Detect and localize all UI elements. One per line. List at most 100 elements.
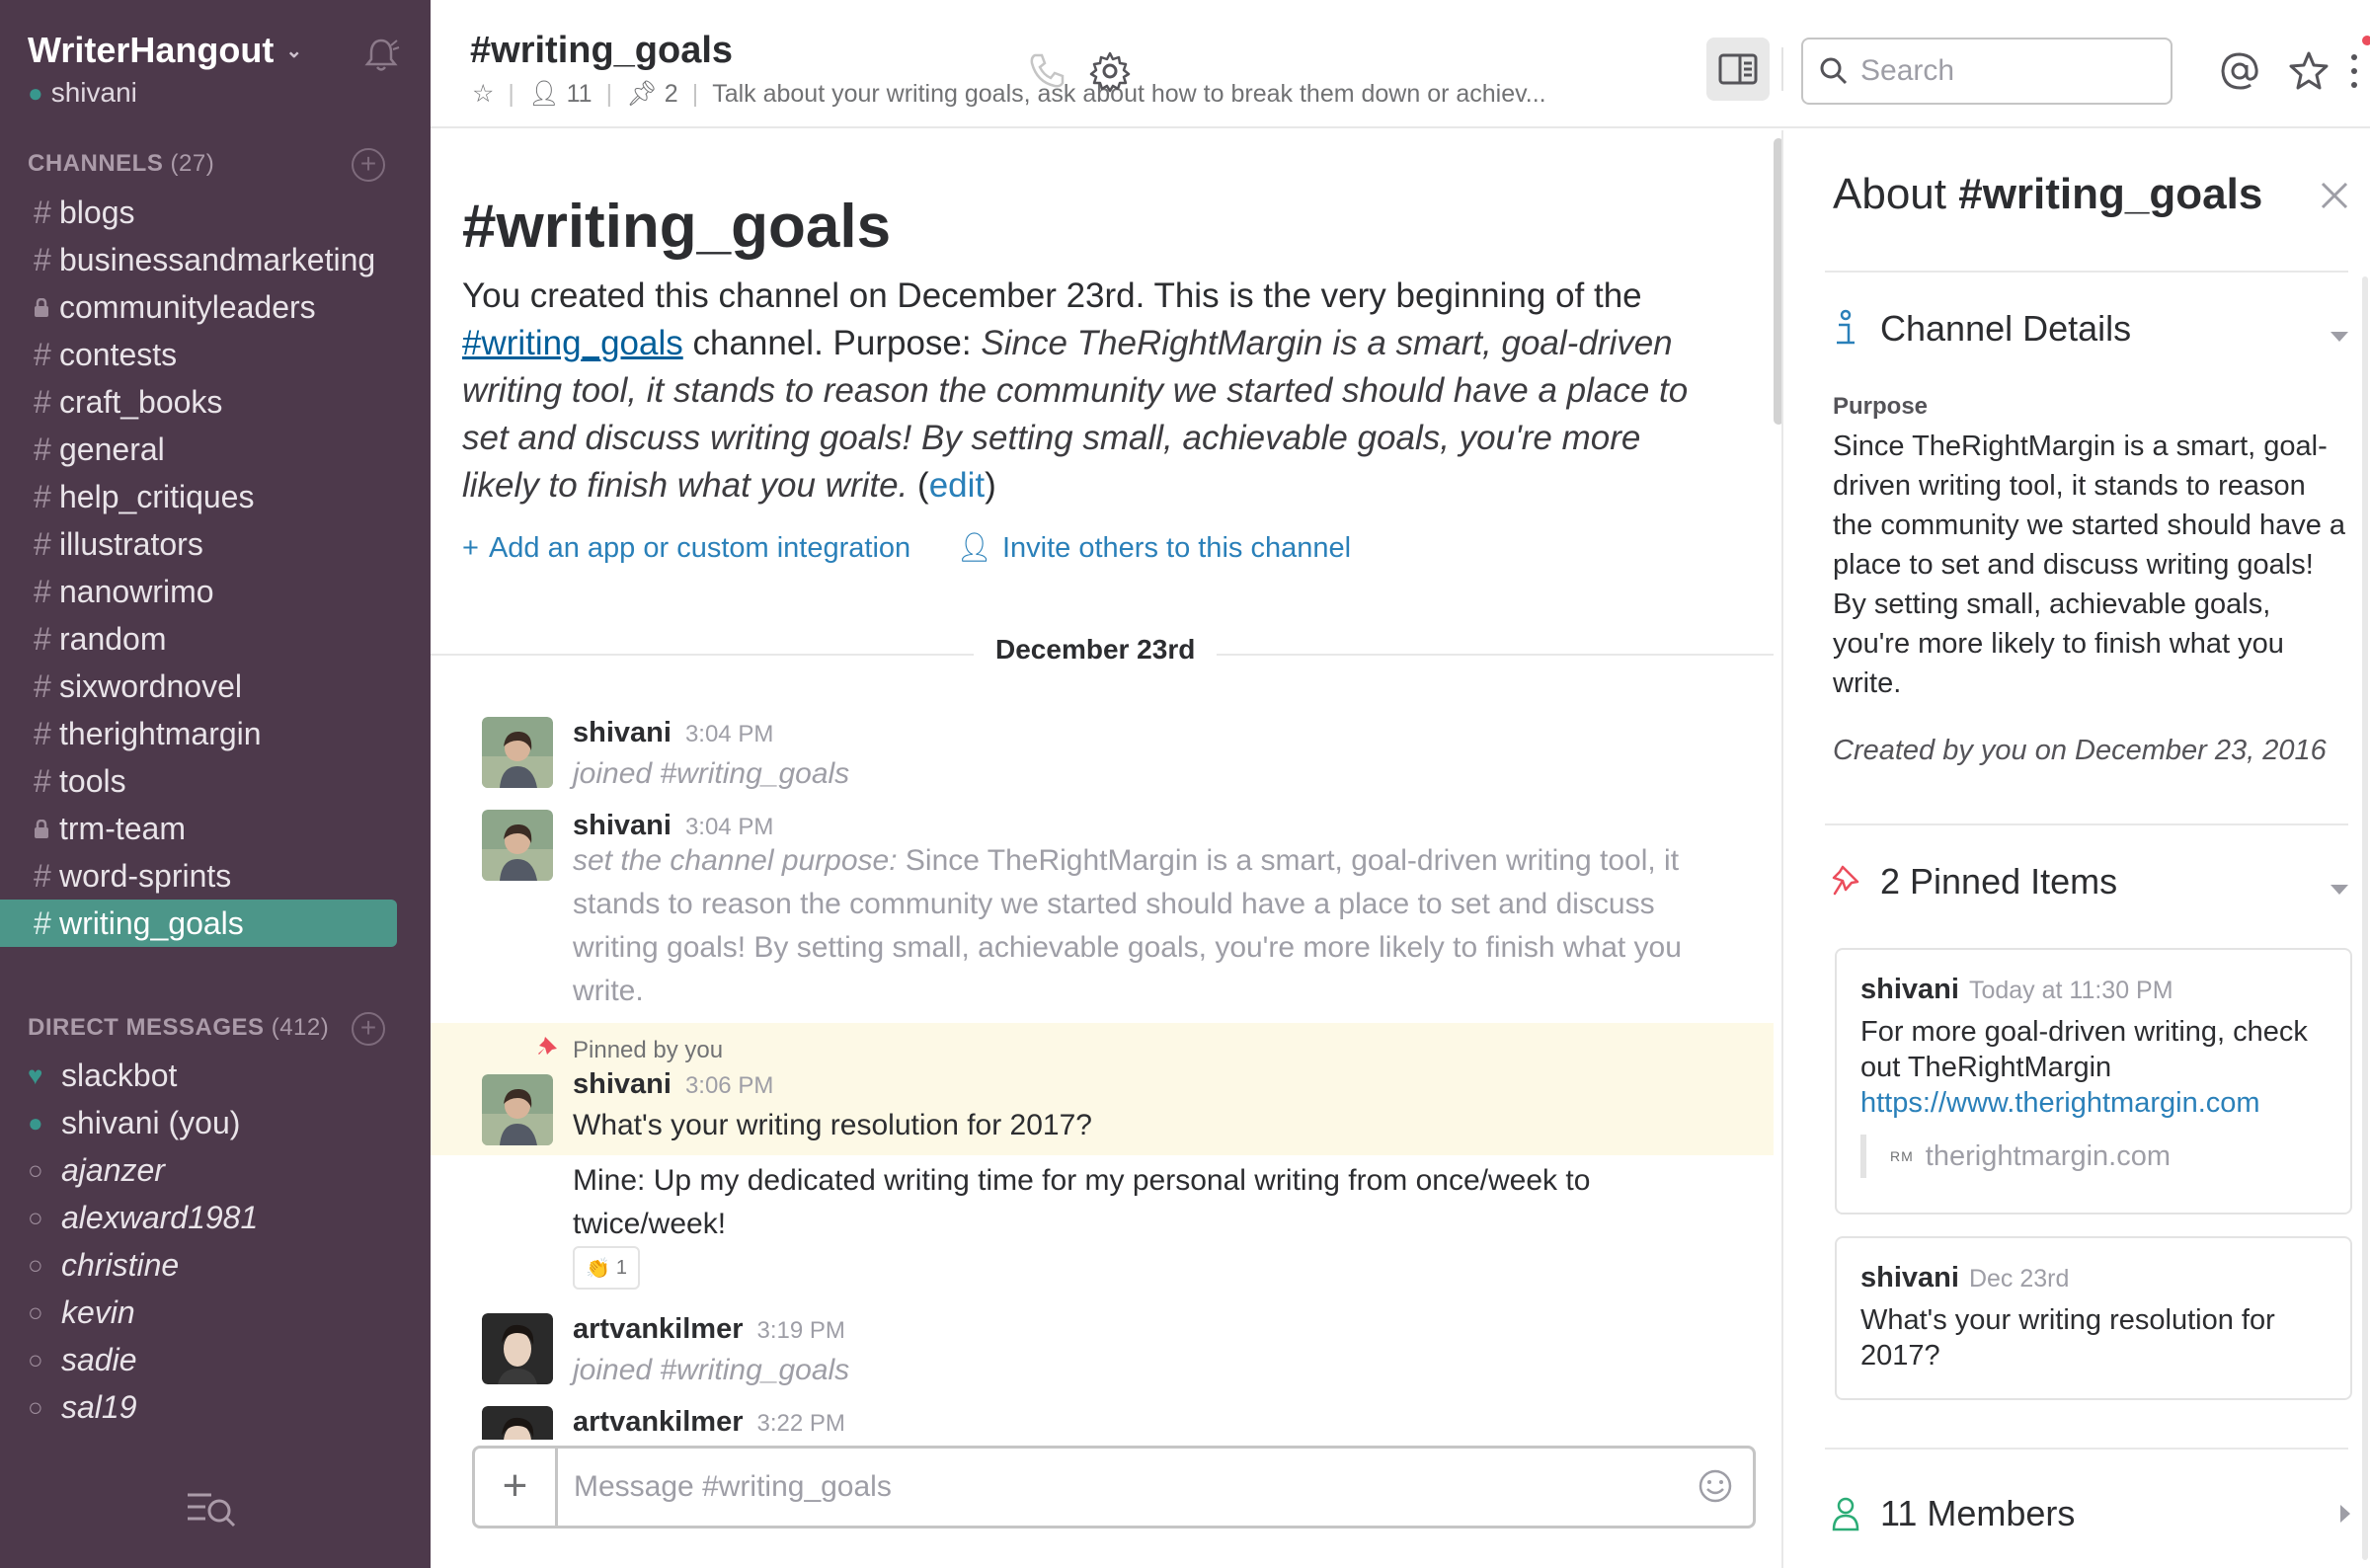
phone-icon[interactable] — [1025, 49, 1068, 93]
intro-channel-link[interactable]: #writing_goals — [462, 324, 683, 362]
sidebar-channel-contests[interactable]: # contests — [0, 331, 397, 378]
sidebar-channel-trm-team[interactable]: trm-team — [0, 805, 397, 852]
search-input[interactable]: Search — [1801, 38, 2172, 105]
sidebar-channel-craft-books[interactable]: # craft_books — [0, 378, 397, 426]
pinned-item-card[interactable]: shivani Dec 23rd What's your writing reso… — [1835, 1236, 2352, 1400]
message-composer[interactable]: + Message #writing_goals — [472, 1446, 1756, 1529]
avatar[interactable] — [482, 1074, 553, 1145]
gear-icon[interactable] — [1088, 49, 1132, 93]
details-panel-toggle-icon[interactable] — [1706, 38, 1770, 101]
sidebar-dm-shivani-you[interactable]: ● shivani (you) — [0, 1099, 431, 1146]
starred-items-icon[interactable] — [2287, 49, 2330, 93]
person-icon: 👤︎ — [956, 532, 992, 564]
sidebar-channel-label: help_critiques — [59, 478, 255, 514]
message-author[interactable]: shivani 3:06 PM — [573, 1068, 773, 1101]
close-icon[interactable] — [2317, 178, 2352, 213]
message-author[interactable]: artvankilmer 3:22 PM — [573, 1406, 845, 1439]
sidebar-channel-label: sixwordnovel — [59, 667, 242, 704]
intro-actions: + Add an app or custom integration 👤︎ Invi… — [462, 531, 1351, 565]
chevron-right-icon[interactable] — [2338, 1503, 2352, 1525]
message-text: joined #writing_goals — [573, 757, 850, 790]
avatar[interactable] — [482, 810, 553, 881]
pin-count[interactable]: 📌︎ 2 — [626, 80, 678, 109]
pinned-item-time[interactable]: Dec 23rd — [1969, 1265, 2069, 1293]
notification-bell-icon[interactable] — [361, 36, 401, 75]
pinned-item-author[interactable]: shivani — [1860, 974, 1959, 1005]
message-scrollbar[interactable] — [1774, 138, 1781, 425]
channels-header[interactable]: CHANNELS (27) — [28, 150, 214, 178]
member-icon — [1832, 1497, 1859, 1531]
sidebar-channel-nanowrimo[interactable]: # nanowrimo — [0, 568, 397, 615]
sidebar-channel-label: random — [59, 620, 167, 657]
message-input[interactable]: Message #writing_goals — [574, 1470, 892, 1504]
add-app-button[interactable]: + Add an app or custom integration — [462, 531, 910, 565]
add-direct-message-icon[interactable]: + — [352, 1012, 385, 1046]
avatar[interactable] — [482, 717, 553, 788]
reaction-button[interactable]: 👏 1 — [573, 1246, 640, 1290]
panel-title-channel: #writing_goals — [1958, 170, 2263, 218]
link-unfurl[interactable]: RM therightmargin.com — [1860, 1135, 2327, 1178]
purpose-prefix: set the channel purpose: — [573, 844, 898, 877]
sidebar-channel-word-sprints[interactable]: # word-sprints — [0, 852, 397, 900]
sidebar-channel-label: businessandmarketing — [59, 241, 376, 277]
chevron-down-icon[interactable] — [2329, 883, 2350, 897]
pinned-items-section[interactable]: 2 Pinned Items — [1831, 861, 2117, 902]
message-timestamp[interactable]: 3:22 PM — [757, 1410, 845, 1437]
edit-purpose-link[interactable]: edit — [929, 466, 985, 505]
message-timestamp[interactable]: 3:04 PM — [685, 721, 773, 747]
sidebar-dm-ajanzer[interactable]: ○ ajanzer — [0, 1146, 431, 1194]
sidebar-channel-blogs[interactable]: # blogs — [0, 189, 397, 236]
star-icon[interactable]: ☆ — [472, 79, 494, 109]
pinned-item-time[interactable]: Today at 11:30 PM — [1969, 977, 2173, 1004]
add-channel-icon[interactable]: + — [352, 148, 385, 182]
sidebar-channel-illustrators[interactable]: # illustrators — [0, 520, 397, 568]
message-author[interactable]: artvankilmer 3:19 PM — [573, 1313, 845, 1346]
members-section[interactable]: 11 Members — [1831, 1493, 2075, 1534]
sidebar-channel-help-critiques[interactable]: # help_critiques — [0, 473, 397, 520]
sidebar-channel-tools[interactable]: # tools — [0, 757, 397, 805]
current-user[interactable]: ● shivani — [28, 77, 137, 109]
quick-switcher-icon[interactable] — [186, 1489, 237, 1529]
message-timestamp[interactable]: 3:19 PM — [757, 1317, 845, 1344]
mentions-icon[interactable] — [2218, 49, 2261, 93]
sidebar-channel-writing-goals[interactable]: # writing_goals — [0, 900, 397, 947]
reaction-count: 1 — [615, 1256, 628, 1279]
divider: | — [605, 79, 613, 108]
pinned-item-link[interactable]: https://www.therightmargin.com — [1860, 1085, 2327, 1121]
panel-scrollbar[interactable] — [2362, 276, 2368, 1560]
sidebar-dm-slackbot[interactable]: ♥ slackbot — [0, 1052, 431, 1099]
message-text: joined #writing_goals — [573, 1354, 850, 1386]
sidebar-channel-sixwordnovel[interactable]: # sixwordnovel — [0, 663, 397, 710]
sidebar-dm-kevin[interactable]: ○ kevin — [0, 1289, 431, 1336]
message-timestamp[interactable]: 3:04 PM — [685, 814, 773, 840]
panel-divider — [1825, 823, 2348, 825]
sidebar-channel-therightmargin[interactable]: # therightmargin — [0, 710, 397, 757]
sidebar-dm-label: kevin — [61, 1294, 135, 1330]
sidebar-channel-random[interactable]: # random — [0, 615, 397, 663]
sidebar-dm-sadie[interactable]: ○ sadie — [0, 1336, 431, 1383]
sidebar-dm-christine[interactable]: ○ christine — [0, 1241, 431, 1289]
message-author[interactable]: shivani 3:04 PM — [573, 717, 773, 749]
invite-button[interactable]: 👤︎ Invite others to this channel — [956, 531, 1351, 565]
offline-presence-icon: ○ — [28, 1202, 43, 1232]
sidebar-channel-general[interactable]: # general — [0, 426, 397, 473]
pinned-item-card[interactable]: shivani Today at 11:30 PM For more goal-d… — [1835, 948, 2352, 1215]
direct-messages-header[interactable]: DIRECT MESSAGES (412) — [28, 1014, 329, 1042]
channel-details-section[interactable]: Channel Details — [1831, 308, 2131, 350]
chevron-down-icon[interactable] — [2329, 330, 2350, 344]
channel-title[interactable]: #writing_goals — [470, 30, 733, 72]
more-vertical-icon[interactable] — [2342, 49, 2366, 93]
sidebar-channel-businessandmarketing[interactable]: # businessandmarketing — [0, 236, 397, 283]
sidebar-channel-communityleaders[interactable]: communityleaders — [0, 283, 397, 331]
attach-plus-icon[interactable]: + — [475, 1449, 558, 1526]
message-author[interactable]: shivani 3:04 PM — [573, 810, 773, 842]
avatar[interactable] — [482, 1313, 553, 1384]
sidebar-dm-sal19[interactable]: ○ sal19 — [0, 1383, 431, 1431]
pinned-item-author[interactable]: shivani — [1860, 1262, 1959, 1294]
team-menu[interactable]: WriterHangout ⌄ — [28, 30, 302, 71]
sidebar-dm-alexward1981[interactable]: ○ alexward1981 — [0, 1194, 431, 1241]
notification-dot — [2362, 36, 2370, 45]
message-timestamp[interactable]: 3:06 PM — [685, 1072, 773, 1099]
emoji-picker-icon[interactable] — [1696, 1466, 1735, 1506]
member-count[interactable]: 👤︎ 11 — [528, 80, 592, 109]
